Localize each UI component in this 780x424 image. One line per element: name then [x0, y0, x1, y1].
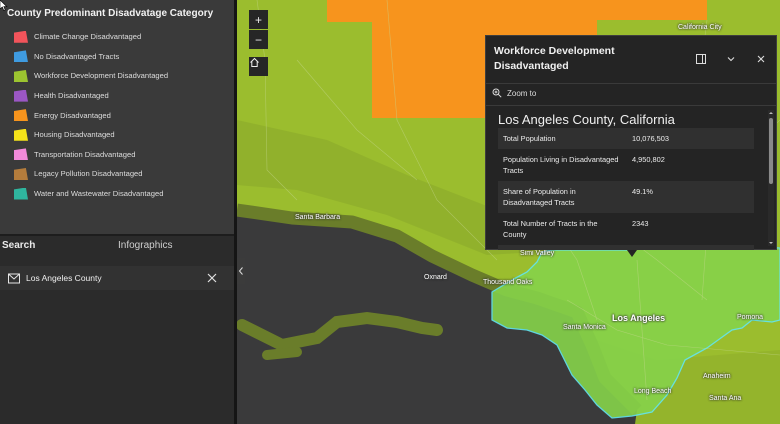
stats-value: 4,950,802	[632, 155, 665, 164]
place-label: California City	[678, 24, 722, 31]
search-result-label: Los Angeles County	[26, 273, 102, 283]
legend-swatch	[14, 50, 28, 63]
legend-swatch	[14, 89, 28, 102]
legend-label: Water and Wastewater Disadvantaged	[34, 189, 164, 199]
legend-label: No Disadvantaged Tracts	[34, 51, 120, 61]
stats-row: Total Number of Tracts in the County 2343	[498, 213, 754, 245]
search-result-item[interactable]: Los Angeles County	[0, 266, 234, 290]
place-label: Simi Valley	[520, 250, 555, 257]
feature-popup: Workforce Development Disadvantaged Zoom…	[485, 35, 777, 250]
legend-label: Housing Disadvantaged	[34, 130, 115, 140]
legend-title: County Predominant Disadvatage Category	[7, 8, 214, 19]
legend-label: Health Disadvantaged	[34, 91, 109, 101]
home-icon	[250, 57, 259, 67]
stats-label: Share of Population in Disadvantaged Tra…	[503, 187, 576, 207]
county-polygon-icon	[8, 273, 20, 284]
chevron-down-icon[interactable]	[725, 53, 737, 65]
stats-value: 2343	[632, 219, 649, 228]
scroll-up-icon[interactable]	[768, 110, 774, 116]
app-root: County Predominant Disadvatage Category …	[0, 0, 780, 424]
place-label: Los Angeles	[612, 313, 666, 323]
legend-item: Water and Wastewater Disadvantaged	[14, 184, 168, 204]
stats-row: Population Living in Disadvantaged Tract…	[498, 149, 754, 181]
dock-icon[interactable]	[695, 53, 707, 65]
chevron-left-icon	[238, 267, 243, 275]
zoom-to-icon	[492, 88, 502, 98]
popup-title: Workforce Development Disadvantaged	[494, 45, 615, 72]
legend-swatch	[14, 109, 28, 122]
stats-label: Population Living in Disadvantaged Tract…	[503, 155, 619, 175]
legend-swatch	[14, 69, 28, 82]
place-label: Pomona	[737, 314, 764, 321]
legend-swatch	[14, 167, 28, 180]
popup-pointer	[627, 250, 637, 257]
legend-item: Transportation Disadvantaged	[14, 145, 168, 165]
legend-label: Energy Disadvantaged	[34, 110, 111, 120]
legend-list: Climate Change Disadvantaged No Disadvant…	[14, 27, 168, 203]
place-label: Oxnard	[424, 274, 447, 281]
popup-heading: Los Angeles County, California	[498, 112, 675, 127]
place-label: Anaheim	[703, 373, 731, 380]
stats-table: Total Population 10,076,503 Population Liv…	[498, 128, 754, 250]
legend-item: Legacy Pollution Disadvantaged	[14, 164, 168, 184]
place-label: Santa Monica	[563, 324, 606, 331]
stats-row: Total Disadvantaged Tracts in the County…	[498, 245, 754, 250]
place-label: Santa Barbara	[295, 214, 341, 221]
close-icon[interactable]	[755, 53, 767, 65]
legend-item: Workforce Development Disadvantaged	[14, 66, 168, 86]
legend-item: Energy Disadvantaged	[14, 105, 168, 125]
legend-item: Health Disadvantaged	[14, 86, 168, 106]
stats-label: Total Disadvantaged Tracts in the County	[498, 245, 626, 250]
island-buffer	[262, 347, 302, 360]
stats-value: 10,076,503	[632, 134, 669, 143]
stats-value: 1,146	[626, 245, 754, 250]
stats-label: Total Population	[503, 134, 556, 143]
popup-scrollbar[interactable]	[768, 110, 774, 246]
zoom-to-button[interactable]: Zoom to	[492, 88, 536, 98]
stats-value: 49.1%	[632, 187, 653, 196]
zoom-in-button[interactable]: +	[249, 10, 268, 29]
legend-item: Climate Change Disadvantaged	[14, 27, 168, 47]
place-label: Long Beach	[634, 388, 672, 395]
scroll-down-icon[interactable]	[768, 240, 774, 246]
stats-row: Share of Population in Disadvantaged Tra…	[498, 181, 754, 213]
legend-swatch	[14, 30, 28, 43]
place-label: Santa Ana	[709, 395, 742, 402]
popup-separator	[486, 83, 776, 84]
legend-panel: County Predominant Disadvatage Category …	[0, 0, 236, 234]
legend-swatch	[14, 187, 28, 200]
popup-body: Los Angeles County, California Total Pop…	[486, 106, 768, 250]
collapse-panel-button[interactable]	[237, 258, 245, 284]
legend-swatch	[14, 148, 28, 161]
legend-label: Workforce Development Disadvantaged	[34, 71, 169, 81]
legend-swatch	[14, 128, 28, 141]
zoom-to-label: Zoom to	[507, 88, 537, 98]
zoom-out-button[interactable]: −	[249, 30, 268, 49]
scroll-thumb[interactable]	[769, 118, 773, 184]
legend-label: Transportation Disadvantaged	[34, 149, 136, 159]
legend-label: Legacy Pollution Disadvantaged	[34, 169, 143, 179]
legend-item: No Disadvantaged Tracts	[14, 47, 168, 67]
stats-label: Total Number of Tracts in the County	[503, 219, 598, 239]
close-icon[interactable]	[206, 272, 218, 284]
tab-infographics[interactable]: Infographics	[118, 240, 172, 251]
search-panel: Search Infographics Los Angeles County	[0, 236, 236, 424]
stats-row: Total Population 10,076,503	[498, 128, 754, 149]
home-button[interactable]	[249, 57, 268, 76]
legend-label: Climate Change Disadvantaged	[34, 32, 142, 42]
tab-search[interactable]: Search	[2, 240, 35, 251]
place-label: Thousand Oaks	[483, 279, 533, 286]
legend-item: Housing Disadvantaged	[14, 125, 168, 145]
